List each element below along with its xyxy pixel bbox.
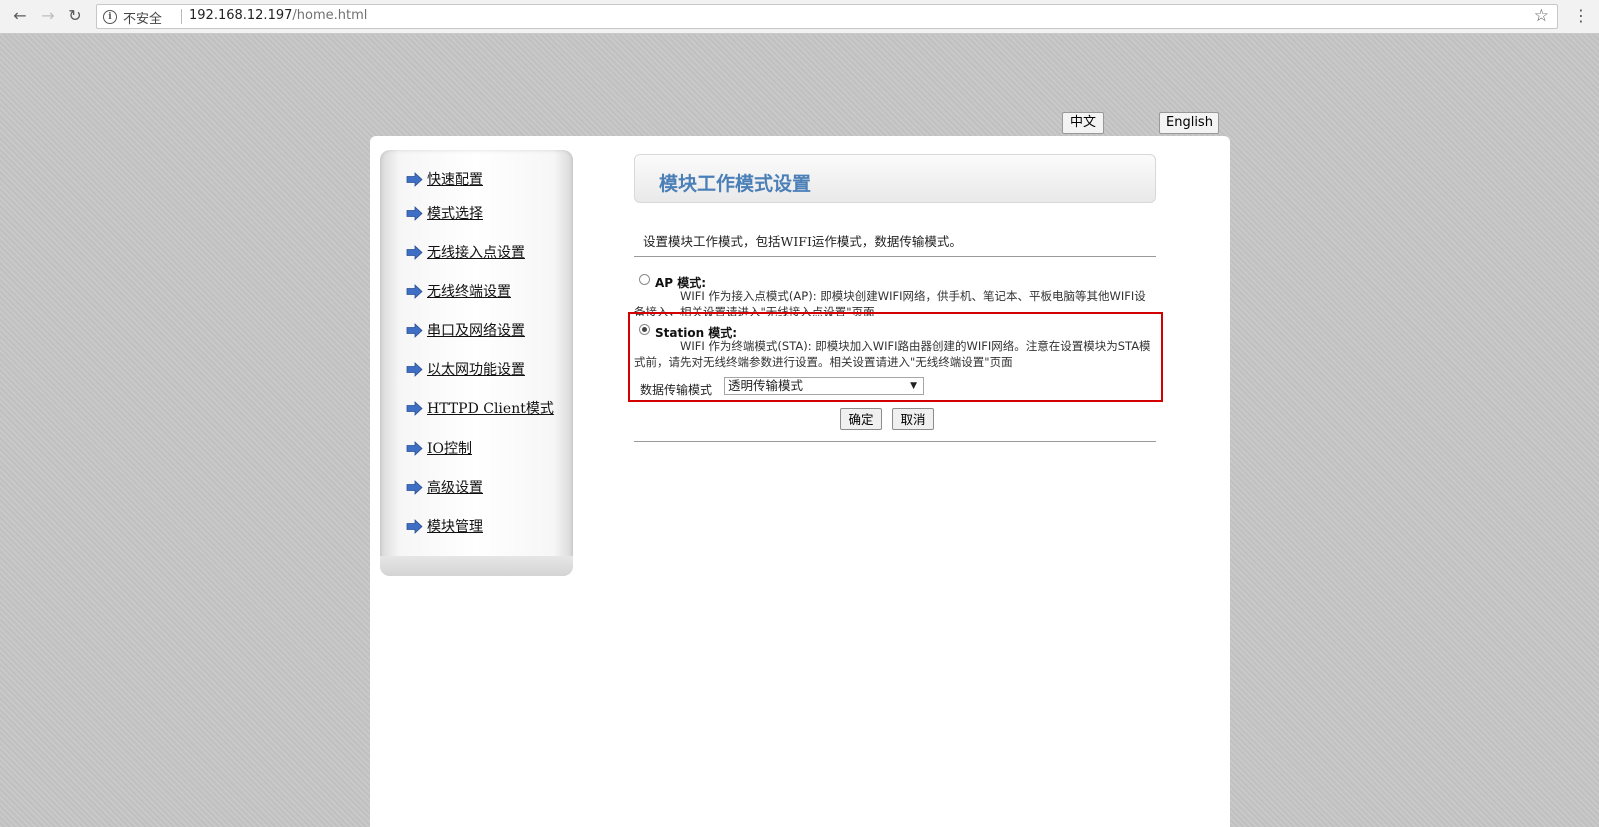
page-title: 模块工作模式设置 (659, 173, 812, 195)
page-description: 设置模块工作模式，包括WIFI运作模式，数据传输模式。 (643, 234, 962, 249)
url-path: /home.html (292, 8, 368, 23)
sidebar-item[interactable]: IO控制 (406, 437, 472, 459)
highlight-box (628, 312, 1163, 402)
browser-toolbar: ← → ↻ i 不安全 192.168.12.197/home.html ☆ ⋮ (0, 0, 1599, 34)
main-panel: 快速配置模式选择无线接入点设置 无线终端设置 串口及网络设置 以太网功能设置 HTTPD… (370, 136, 1230, 827)
url-host: 192.168.12.197 (189, 8, 293, 23)
sidebar-item[interactable]: HTTPD Client模式 (406, 397, 554, 419)
sidebar: 快速配置模式选择无线接入点设置 无线终端设置 串口及网络设置 以太网功能设置 HTTPD… (380, 150, 573, 576)
back-arrow-icon[interactable]: ← (10, 6, 30, 26)
bottom-divider (634, 441, 1156, 442)
sidebar-item[interactable]: 无线终端设置 (406, 280, 511, 302)
confirm-button[interactable]: 确定 (840, 408, 882, 430)
top-divider (634, 256, 1156, 257)
english-language-button[interactable]: English (1159, 112, 1219, 134)
chinese-language-button[interactable]: 中文 (1062, 112, 1104, 134)
sidebar-item[interactable]: 模块管理 (406, 515, 483, 537)
arrow-right-icon (406, 205, 423, 221)
sidebar-item-label: 无线接入点设置 (427, 245, 525, 261)
sidebar-item-label: HTTPD Client模式 (427, 401, 554, 417)
reload-icon[interactable]: ↻ (65, 6, 85, 26)
sidebar-item-label: 模块管理 (427, 519, 483, 535)
arrow-right-icon (406, 361, 423, 377)
ap-mode-radio[interactable] (639, 274, 650, 285)
sidebar-item[interactable]: 串口及网络设置 (406, 319, 525, 341)
forward-arrow-icon[interactable]: → (38, 6, 58, 26)
arrow-right-icon (406, 400, 423, 416)
url-text[interactable]: 192.168.12.197/home.html (189, 8, 367, 23)
sidebar-item-label: 串口及网络设置 (427, 323, 525, 339)
address-bar[interactable]: i 不安全 192.168.12.197/home.html ☆ (96, 4, 1558, 29)
info-icon[interactable]: i (103, 10, 117, 24)
sidebar-item[interactable]: 高级设置 (406, 476, 483, 498)
arrow-right-icon (406, 283, 423, 299)
arrow-right-icon (406, 322, 423, 338)
sidebar-footer (380, 556, 573, 576)
arrow-right-icon (406, 518, 423, 534)
sidebar-item[interactable]: 模式选择 (406, 202, 483, 224)
sidebar-item[interactable]: 以太网功能设置 (406, 358, 525, 380)
arrow-right-icon (406, 440, 423, 456)
arrow-right-icon (406, 171, 423, 187)
sidebar-item-label: IO控制 (427, 441, 473, 457)
arrow-right-icon (406, 244, 423, 260)
arrow-right-icon (406, 479, 423, 495)
sidebar-item[interactable]: 快速配置 (406, 168, 483, 190)
sidebar-item-label: 模式选择 (427, 206, 483, 222)
sidebar-item-label: 以太网功能设置 (427, 362, 525, 378)
sidebar-item[interactable]: 无线接入点设置 (406, 241, 525, 263)
title-box: 模块工作模式设置 (634, 154, 1156, 203)
address-separator (181, 9, 182, 24)
sidebar-item-label: 高级设置 (427, 480, 483, 496)
sidebar-item-label: 快速配置 (427, 172, 483, 188)
cancel-button[interactable]: 取消 (892, 408, 934, 430)
bookmark-star-icon[interactable]: ☆ (1534, 6, 1549, 26)
security-status[interactable]: 不安全 (123, 8, 162, 27)
browser-menu-icon[interactable]: ⋮ (1573, 6, 1589, 25)
sidebar-item-label: 无线终端设置 (427, 284, 511, 300)
